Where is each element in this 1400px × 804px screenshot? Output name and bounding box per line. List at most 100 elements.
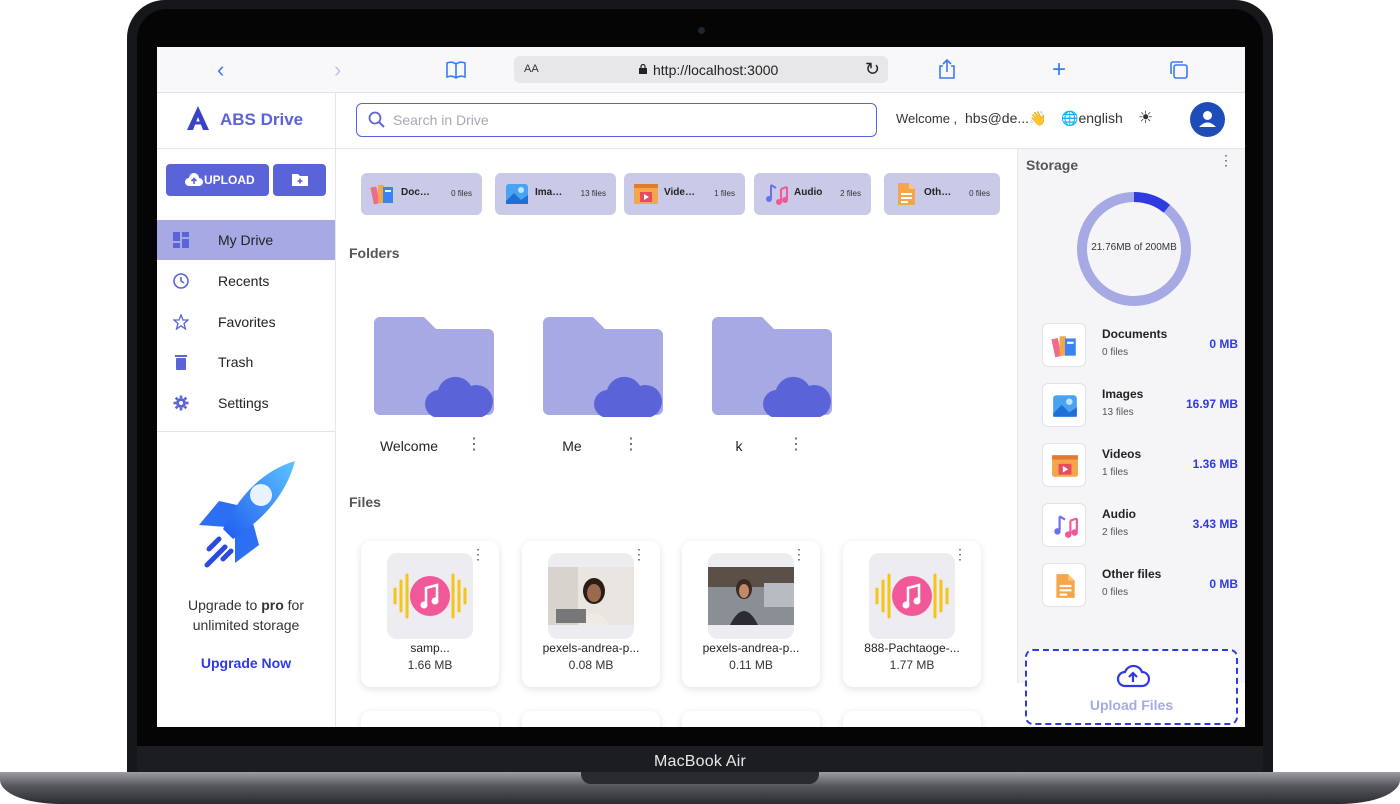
sidebar-item-trash[interactable]: Trash [157, 342, 335, 382]
storage-icon-box [1042, 383, 1086, 427]
category-other-files[interactable]: Other files 0 files [884, 173, 1000, 215]
file-more-icon[interactable]: ⋮ [792, 547, 806, 561]
storage-row-name: Audio [1102, 507, 1136, 521]
category-count: 13 files [580, 189, 606, 198]
file-more-icon[interactable]: ⋮ [471, 547, 485, 561]
reload-icon[interactable]: ↻ [865, 59, 880, 80]
search-placeholder: Search in Drive [393, 112, 489, 128]
sidebar-item-recents[interactable]: Recents [157, 261, 335, 301]
file-name: pexels-andrea-p... [542, 641, 640, 655]
storage-row-name: Documents [1102, 327, 1168, 341]
storage-row-audio: Audio 2 files 3.43 MB [1042, 503, 1238, 549]
storage-icon-box [1042, 563, 1086, 607]
sidebar-divider [335, 93, 336, 727]
folder-more-icon[interactable]: ⋮ [623, 437, 639, 453]
file-name: pexels-andrea-p... [702, 641, 800, 655]
device-label: MacBook Air [653, 753, 746, 770]
welcome-text: Welcome , [896, 111, 958, 126]
sidebar-item-label: Favorites [218, 314, 276, 330]
search-box[interactable]: Search in Drive [356, 103, 877, 137]
trash-icon [175, 355, 187, 370]
file-thumbnail [869, 553, 955, 639]
theme-toggle-icon[interactable]: ☀ [1138, 108, 1153, 128]
url-text[interactable]: http://localhost:3000 [653, 62, 778, 78]
category-documents[interactable]: Documents 0 files [361, 173, 482, 215]
promo-text: for [283, 597, 304, 613]
app-name: ABS Drive [220, 110, 304, 129]
screen: ‹ › AA http://localhost:3000 ↻ + ABS Dri… [157, 47, 1245, 727]
reader-aa[interactable]: AA [524, 63, 539, 75]
file-card[interactable]: ⋮ 888-Pachtaoge-... 1.77 MB [843, 541, 981, 687]
sidebar-item-settings[interactable]: Settings [157, 383, 335, 423]
file-card[interactable] [361, 711, 499, 727]
category-videos[interactable]: Videos 1 files [624, 173, 745, 215]
folder-welcome-icon[interactable] [374, 317, 494, 417]
file-card[interactable]: ⋮ pexels-andrea-p... 0.11 MB [682, 541, 820, 687]
sidebar-item-label: My Drive [218, 232, 274, 248]
tabs-icon[interactable] [1169, 60, 1189, 80]
sidebar-item-my-drive[interactable]: My Drive [157, 220, 335, 260]
file-name: 888-Pachtaoge-... [864, 641, 960, 655]
sidebar-item-label: Settings [218, 395, 269, 411]
file-size: 0.11 MB [729, 658, 773, 672]
folder-k-icon[interactable] [712, 317, 832, 417]
storage-used-label: 21.76MB of 200MB [1091, 242, 1177, 253]
cloud-upload-icon [1116, 664, 1150, 688]
language-select[interactable]: 🌐english [1061, 110, 1123, 127]
abs-logo-icon [187, 106, 209, 130]
upload-button[interactable]: UPLOAD [166, 164, 269, 196]
file-card[interactable] [843, 711, 981, 727]
videos-icon [1052, 455, 1078, 477]
file-card[interactable]: ⋮ samp... 1.66 MB [361, 541, 499, 687]
address-bar[interactable]: AA http://localhost:3000 ↻ [514, 56, 888, 83]
avatar[interactable] [1190, 102, 1225, 137]
bookmarks-icon[interactable] [445, 60, 467, 80]
file-card[interactable]: ⋮ pexels-andrea-p... 0.08 MB [522, 541, 660, 687]
back-icon[interactable]: ‹ [217, 59, 224, 81]
category-audio[interactable]: Audio 2 files [754, 173, 871, 215]
storage-row-size: 16.97 MB [1185, 397, 1238, 411]
storage-more-icon[interactable]: ⋮ [1219, 153, 1233, 167]
file-more-icon[interactable]: ⋮ [632, 547, 646, 561]
file-card[interactable] [682, 711, 820, 727]
file-thumbnail [708, 553, 794, 639]
file-more-icon[interactable]: ⋮ [953, 547, 967, 561]
storage-row-count: 0 files [1102, 347, 1129, 358]
app: ABS Drive Search in Drive Welcome , hbs@… [157, 93, 1245, 727]
photo-woman-laptop [548, 567, 634, 625]
category-images[interactable]: Images 13 files [495, 173, 616, 215]
category-label: Videos [664, 187, 696, 198]
share-icon[interactable] [937, 58, 957, 80]
file-card[interactable] [522, 711, 660, 727]
folder-name: Me [562, 438, 582, 454]
storage-row-videos: Videos 1 files 1.36 MB [1042, 443, 1238, 489]
new-tab-icon[interactable]: + [1052, 58, 1066, 82]
folder-me-icon[interactable] [543, 317, 663, 417]
forward-icon[interactable]: › [334, 59, 341, 81]
music-file-icon [875, 573, 949, 619]
upload-files-dropzone[interactable]: Upload Files [1025, 649, 1238, 725]
storage-row-images: Images 13 files 16.97 MB [1042, 383, 1238, 429]
storage-row-size: 1.36 MB [1192, 457, 1238, 471]
images-icon [506, 184, 528, 204]
other-files-icon [1056, 574, 1075, 598]
browser-toolbar: ‹ › AA http://localhost:3000 ↻ + [157, 47, 1245, 93]
storage-title: Storage [1026, 157, 1079, 173]
storage-row-name: Other files [1102, 567, 1162, 581]
sidebar-item-favorites[interactable]: Favorites [157, 302, 335, 342]
dashboard-icon [173, 232, 189, 248]
upgrade-now-link[interactable]: Upgrade Now [157, 655, 335, 671]
storage-row-name: Videos [1102, 447, 1142, 461]
file-name: samp... [410, 641, 450, 655]
folder-name: Welcome [379, 438, 439, 454]
sidebar-item-label: Trash [218, 354, 254, 370]
folder-more-icon[interactable]: ⋮ [788, 437, 804, 453]
file-size: 1.77 MB [889, 658, 935, 672]
new-folder-button[interactable] [273, 164, 326, 196]
file-size: 1.66 MB [407, 658, 453, 672]
category-label: Documents [401, 187, 433, 198]
promo-pro: pro [261, 597, 284, 613]
upload-files-label: Upload Files [1089, 697, 1174, 713]
cloud-upload-icon [185, 173, 203, 186]
folder-more-icon[interactable]: ⋮ [466, 437, 482, 453]
